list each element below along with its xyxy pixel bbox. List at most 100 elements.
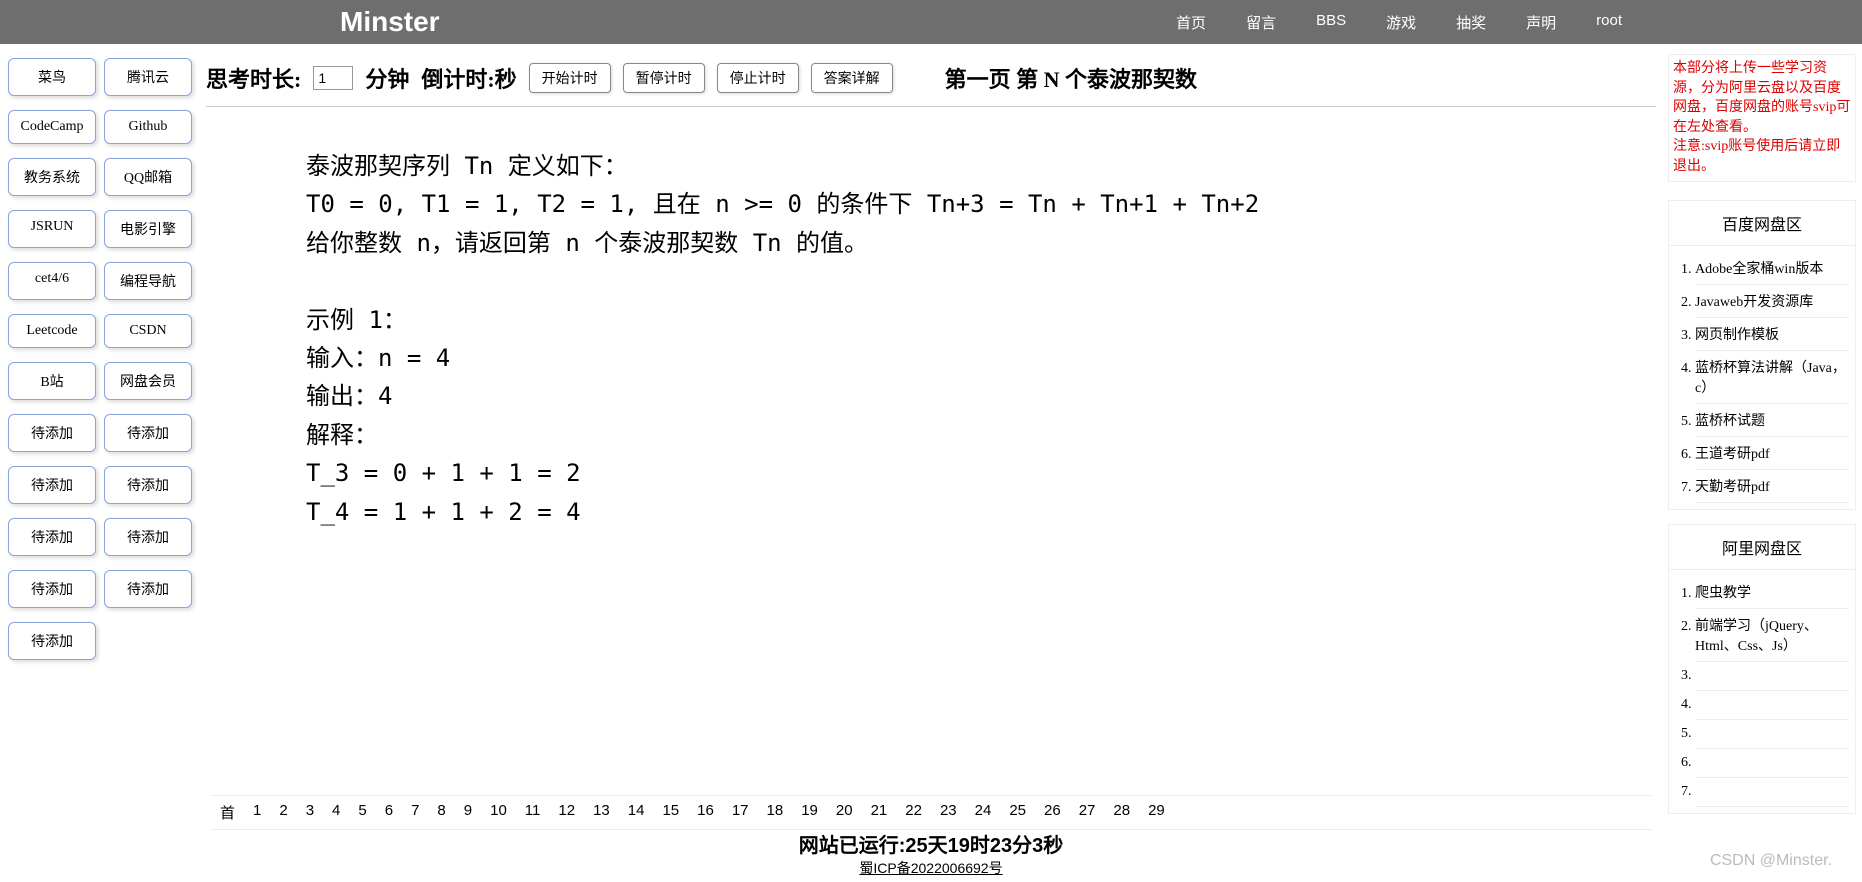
page-5[interactable]: 5	[358, 802, 366, 823]
nav-lottery[interactable]: 抽奖	[1456, 12, 1486, 33]
nav-bbs[interactable]: BBS	[1316, 12, 1346, 33]
page-18[interactable]: 18	[767, 802, 784, 823]
page-2[interactable]: 2	[279, 802, 287, 823]
countdown-label: 倒计时:秒	[421, 62, 516, 94]
page-12[interactable]: 12	[558, 802, 575, 823]
page-6[interactable]: 6	[385, 802, 393, 823]
left-sidebar: 菜鸟腾讯云CodeCampGithub教务系统QQ邮箱JSRUN电影引擎cet4…	[0, 44, 200, 882]
ali-title: 阿里网盘区	[1669, 525, 1855, 570]
left-link-3[interactable]: Github	[104, 110, 192, 144]
left-link-13[interactable]: 网盘会员	[104, 362, 192, 400]
left-link-14[interactable]: 待添加	[8, 414, 96, 452]
page-29[interactable]: 29	[1148, 802, 1165, 823]
left-link-21[interactable]: 待添加	[104, 570, 192, 608]
topbar: Minster 首页 留言 BBS 游戏 抽奖 声明 root	[0, 0, 1862, 44]
baidu-item-5[interactable]: 王道考研pdf	[1695, 437, 1849, 470]
ali-item-0[interactable]: 爬虫教学	[1695, 576, 1849, 609]
page-22[interactable]: 22	[905, 802, 922, 823]
page-8[interactable]: 8	[437, 802, 445, 823]
baidu-title: 百度网盘区	[1669, 201, 1855, 246]
left-link-2[interactable]: CodeCamp	[8, 110, 96, 144]
page-27[interactable]: 27	[1079, 802, 1096, 823]
start-timer-button[interactable]: 开始计时	[529, 63, 611, 93]
left-link-8[interactable]: cet4/6	[8, 262, 96, 300]
page-13[interactable]: 13	[593, 802, 610, 823]
think-label: 思考时长:	[206, 62, 301, 94]
notice-text: 本部分将上传一些学习资源，分为阿里云盘以及百度网盘，百度网盘的账号svip可在左…	[1668, 54, 1856, 182]
nav-msg[interactable]: 留言	[1246, 12, 1276, 33]
page-23[interactable]: 23	[940, 802, 957, 823]
left-link-6[interactable]: JSRUN	[8, 210, 96, 248]
ali-item-4[interactable]	[1695, 720, 1849, 749]
left-link-18[interactable]: 待添加	[8, 518, 96, 556]
left-link-5[interactable]: QQ邮箱	[104, 158, 192, 196]
page-17[interactable]: 17	[732, 802, 749, 823]
left-link-20[interactable]: 待添加	[8, 570, 96, 608]
baidu-panel: 百度网盘区 Adobe全家桶win版本Javaweb开发资源库网页制作模板蓝桥杯…	[1668, 200, 1856, 510]
left-link-7[interactable]: 电影引擎	[104, 210, 192, 248]
think-input[interactable]	[313, 66, 353, 90]
ali-item-5[interactable]	[1695, 749, 1849, 778]
baidu-item-3[interactable]: 蓝桥杯算法讲解（Java，c）	[1695, 351, 1849, 404]
page-7[interactable]: 7	[411, 802, 419, 823]
left-link-15[interactable]: 待添加	[104, 414, 192, 452]
page-24[interactable]: 24	[975, 802, 992, 823]
left-link-11[interactable]: CSDN	[104, 314, 192, 348]
left-link-9[interactable]: 编程导航	[104, 262, 192, 300]
left-link-1[interactable]: 腾讯云	[104, 58, 192, 96]
runtime-text: 网站已运行:25天19时23分3秒	[200, 829, 1662, 858]
toolbar: 思考时长: 分钟 倒计时:秒 开始计时 暂停计时 停止计时 答案详解 第一页 第…	[206, 44, 1656, 107]
baidu-item-1[interactable]: Javaweb开发资源库	[1695, 285, 1849, 318]
icp-link[interactable]: 蜀ICP备2022006692号	[200, 858, 1662, 878]
baidu-item-2[interactable]: 网页制作模板	[1695, 318, 1849, 351]
ali-item-3[interactable]	[1695, 691, 1849, 720]
nav-home[interactable]: 首页	[1176, 12, 1206, 33]
page-14[interactable]: 14	[628, 802, 645, 823]
left-link-0[interactable]: 菜鸟	[8, 58, 96, 96]
page-10[interactable]: 10	[490, 802, 507, 823]
left-link-12[interactable]: B站	[8, 362, 96, 400]
ali-item-6[interactable]	[1695, 778, 1849, 807]
page-16[interactable]: 16	[697, 802, 714, 823]
nav-game[interactable]: 游戏	[1386, 12, 1416, 33]
top-nav: 首页 留言 BBS 游戏 抽奖 声明 root	[1176, 12, 1622, 33]
page-21[interactable]: 21	[871, 802, 888, 823]
nav-root[interactable]: root	[1596, 12, 1622, 33]
baidu-item-0[interactable]: Adobe全家桶win版本	[1695, 252, 1849, 285]
left-link-17[interactable]: 待添加	[104, 466, 192, 504]
left-link-22[interactable]: 待添加	[8, 622, 96, 660]
baidu-item-4[interactable]: 蓝桥杯试题	[1695, 404, 1849, 437]
ali-panel: 阿里网盘区 爬虫教学前端学习（jQuery、Html、Css、Js）	[1668, 524, 1856, 814]
page-20[interactable]: 20	[836, 802, 853, 823]
answer-button[interactable]: 答案详解	[811, 63, 893, 93]
minute-label: 分钟	[365, 62, 409, 94]
nav-notice[interactable]: 声明	[1526, 12, 1556, 33]
ali-item-1[interactable]: 前端学习（jQuery、Html、Css、Js）	[1695, 609, 1849, 662]
page-26[interactable]: 26	[1044, 802, 1061, 823]
footer: 网站已运行:25天19时23分3秒 蜀ICP备2022006692号	[200, 829, 1662, 878]
pause-timer-button[interactable]: 暂停计时	[623, 63, 705, 93]
right-sidebar: 本部分将上传一些学习资源，分为阿里云盘以及百度网盘，百度网盘的账号svip可在左…	[1662, 44, 1862, 882]
center-panel: 思考时长: 分钟 倒计时:秒 开始计时 暂停计时 停止计时 答案详解 第一页 第…	[200, 44, 1662, 882]
page-25[interactable]: 25	[1009, 802, 1026, 823]
ali-item-2[interactable]	[1695, 662, 1849, 691]
pager: 首123456789101112131415161718192021222324…	[210, 795, 1652, 830]
page-title: 第一页 第 N 个泰波那契数	[945, 62, 1197, 94]
left-link-10[interactable]: Leetcode	[8, 314, 96, 348]
page-28[interactable]: 28	[1113, 802, 1130, 823]
baidu-item-6[interactable]: 天勤考研pdf	[1695, 470, 1849, 503]
page-首[interactable]: 首	[220, 802, 235, 823]
page-15[interactable]: 15	[662, 802, 679, 823]
left-link-19[interactable]: 待添加	[104, 518, 192, 556]
page-19[interactable]: 19	[801, 802, 818, 823]
page-9[interactable]: 9	[464, 802, 472, 823]
stop-timer-button[interactable]: 停止计时	[717, 63, 799, 93]
left-link-16[interactable]: 待添加	[8, 466, 96, 504]
page-1[interactable]: 1	[253, 802, 261, 823]
left-link-4[interactable]: 教务系统	[8, 158, 96, 196]
page-3[interactable]: 3	[306, 802, 314, 823]
page-4[interactable]: 4	[332, 802, 340, 823]
page-11[interactable]: 11	[525, 802, 541, 823]
problem-content: 泰波那契序列 Tn 定义如下： T0 = 0, T1 = 1, T2 = 1, …	[206, 107, 1656, 571]
brand: Minster	[340, 6, 440, 38]
